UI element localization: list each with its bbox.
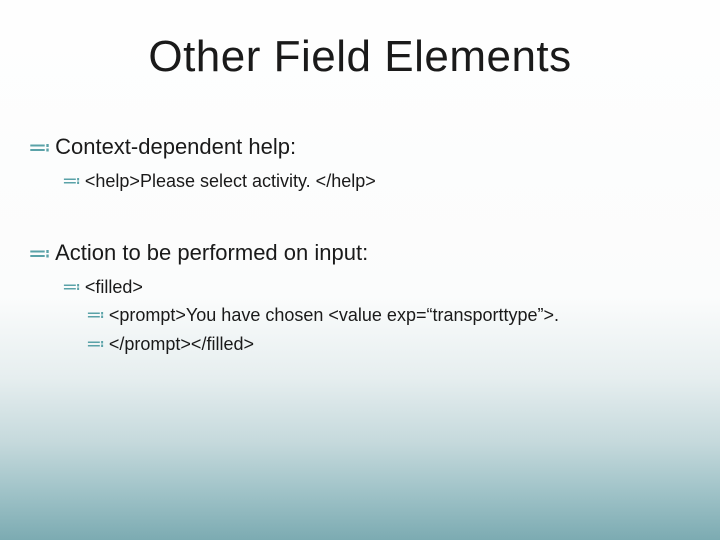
- bullet-text: <prompt>You have chosen <value exp=“tran…: [109, 303, 559, 327]
- bullet-lvl1: ≕ Action to be performed on input:: [28, 238, 692, 269]
- slide-body: ≕ Context-dependent help: ≕ <help>Please…: [28, 128, 692, 360]
- swirl-icon: ≕: [86, 303, 105, 329]
- swirl-icon: ≕: [86, 332, 105, 358]
- bullet-text: <help>Please select activity. </help>: [85, 169, 376, 193]
- swirl-icon: ≕: [62, 275, 81, 301]
- bullet-lvl3: ≕ </prompt></filled>: [86, 332, 692, 358]
- spacer: [28, 198, 692, 234]
- bullet-text: <filled>: [85, 275, 143, 299]
- bullet-text: Context-dependent help:: [55, 132, 296, 162]
- slide-title: Other Field Elements: [0, 32, 720, 82]
- swirl-icon: ≕: [62, 169, 81, 195]
- bullet-lvl3: ≕ <prompt>You have chosen <value exp=“tr…: [86, 303, 692, 329]
- bullet-text: </prompt></filled>: [109, 332, 254, 356]
- slide: Other Field Elements ≕ Context-dependent…: [0, 0, 720, 540]
- swirl-icon: ≕: [28, 132, 51, 163]
- bullet-lvl2: ≕ <help>Please select activity. </help>: [62, 169, 692, 195]
- bullet-lvl1: ≕ Context-dependent help:: [28, 132, 692, 163]
- swirl-icon: ≕: [28, 238, 51, 269]
- bullet-lvl2: ≕ <filled>: [62, 275, 692, 301]
- bullet-text: Action to be performed on input:: [55, 238, 368, 268]
